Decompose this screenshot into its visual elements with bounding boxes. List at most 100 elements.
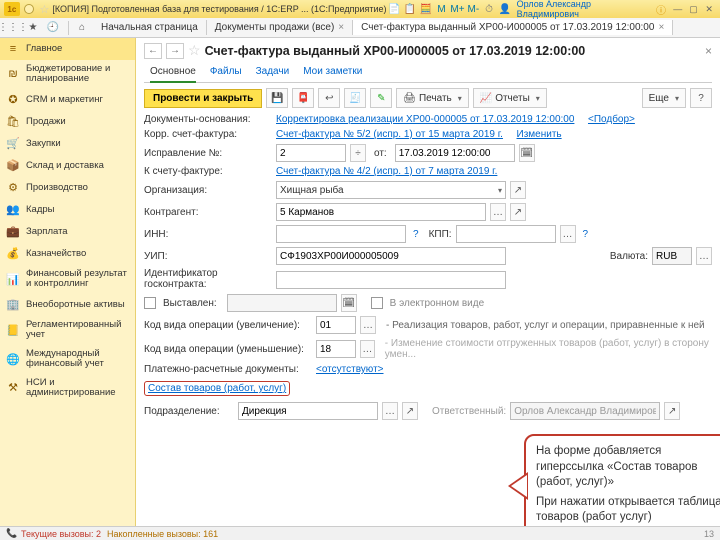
label: Исправление №:	[144, 148, 272, 159]
toolbar-icon[interactable]: 📄	[388, 2, 402, 16]
fix-number-input[interactable]	[276, 144, 346, 162]
structure-icon[interactable]: 🧾	[344, 88, 366, 108]
pick-link[interactable]: <Подбор>	[588, 114, 635, 125]
close-icon[interactable]: ×	[338, 22, 344, 33]
reports-button[interactable]: 📈Отчеты	[473, 88, 547, 108]
inn-input[interactable]	[276, 225, 406, 243]
kschet-link[interactable]: Счет-фактура № 4/2 (испр. 1) от 7 марта …	[276, 166, 497, 177]
crm-icon: ✪	[6, 93, 20, 107]
close-icon[interactable]: ×	[658, 22, 664, 33]
select-icon[interactable]: …	[490, 203, 506, 221]
sidebar-item[interactable]: 📒Регламентированный учет	[0, 316, 135, 345]
more-button[interactable]: Еще	[642, 88, 686, 108]
goscontract-input[interactable]	[276, 271, 506, 289]
select-icon[interactable]: …	[360, 316, 376, 334]
toolbar-icon[interactable]: 🧮	[419, 2, 433, 16]
goods-composition-link[interactable]: Состав товаров (работ, услуг)	[144, 381, 290, 396]
sidebar-item[interactable]: 👥Кадры	[0, 199, 135, 221]
select-icon[interactable]: …	[560, 225, 576, 243]
basis-link[interactable]: Корректировка реализации ХР00-000005 от …	[276, 114, 574, 125]
sidebar-item[interactable]: 🏢Внеоборотные активы	[0, 294, 135, 316]
open-icon[interactable]: ↗	[510, 203, 526, 221]
toolbar-icon[interactable]: 📋	[403, 2, 417, 16]
help-icon[interactable]: ?	[583, 229, 589, 240]
tab-home[interactable]: Начальная страница	[93, 20, 207, 35]
save-icon[interactable]: 💾	[266, 88, 288, 108]
maximize-button[interactable]: ▢	[687, 2, 701, 16]
sidebar-item[interactable]: ≡Главное	[0, 38, 135, 60]
tab-invoice[interactable]: Счет-фактура выданный ХР00-И000005 от 17…	[353, 20, 673, 35]
subnav-main[interactable]: Основное	[150, 62, 196, 83]
toolbar-icon[interactable]: M-	[466, 2, 480, 16]
sidebar-item[interactable]: 🛒Закупки	[0, 133, 135, 155]
opcode-dec-input[interactable]	[316, 340, 356, 358]
sidebar-item[interactable]: 🛍Продажи	[0, 111, 135, 133]
close-button[interactable]: ×	[705, 44, 712, 58]
subnav-tasks[interactable]: Задачи	[256, 62, 290, 82]
uip-input[interactable]	[276, 247, 506, 265]
info-icon[interactable]: ⓘ	[654, 2, 668, 16]
star-icon[interactable]: ★	[24, 20, 42, 36]
sales-icon: 🛍	[6, 115, 20, 129]
page-title: Счет-фактура выданный ХР00-И000005 от 17…	[205, 44, 586, 58]
sidebar-item[interactable]: ⚒НСИ и администрирование	[0, 374, 135, 403]
posted-checkbox[interactable]	[144, 297, 156, 309]
toolbar-icon[interactable]: ⏱	[482, 2, 496, 16]
status-bar: 📞 Текущие вызовы: 2 Накопленные вызовы: …	[0, 526, 720, 540]
stepper-icon[interactable]: ÷	[350, 144, 366, 162]
calendar-icon[interactable]: 🗓	[341, 294, 357, 312]
payment-docs-link[interactable]: <отсутствуют>	[316, 364, 384, 375]
kontr-input[interactable]	[276, 203, 486, 221]
change-link[interactable]: Изменить	[517, 129, 562, 140]
user-name[interactable]: Орлов Александр Владимирович	[517, 0, 653, 19]
sidebar-item[interactable]: 📦Склад и доставка	[0, 155, 135, 177]
budget-icon: ₪	[6, 67, 20, 81]
select-icon[interactable]: …	[382, 402, 398, 420]
open-icon[interactable]: ↗	[664, 402, 680, 420]
select-icon[interactable]: …	[696, 247, 712, 265]
help-icon[interactable]: ?	[413, 229, 419, 240]
tab-docs[interactable]: Документы продажи (все)×	[207, 20, 353, 35]
label: Идентификатор госконтракта:	[144, 269, 272, 290]
sidebar-item[interactable]: ⚙Производство	[0, 177, 135, 199]
sidebar-item[interactable]: ₪Бюджетирование и планирование	[0, 60, 135, 89]
minimize-button[interactable]: —	[671, 2, 685, 16]
titlebar-dropdown-icon[interactable]	[24, 4, 34, 14]
electronic-checkbox[interactable]	[371, 297, 383, 309]
create-based-icon[interactable]: ✎	[370, 88, 392, 108]
subnav-notes[interactable]: Мои заметки	[303, 62, 362, 82]
cancel-post-icon[interactable]: ↩	[318, 88, 340, 108]
history-icon[interactable]: 🕘	[44, 20, 62, 36]
sidebar-label: Регламентированный учет	[26, 320, 129, 341]
print-button[interactable]: 🖨Печать	[396, 88, 468, 108]
close-button[interactable]: ✕	[702, 2, 716, 16]
favorite-star-icon[interactable]: ☆	[40, 3, 50, 16]
nav-fwd-button[interactable]: →	[166, 43, 184, 59]
menu-icon[interactable]: ⋮⋮⋮	[4, 20, 22, 36]
opcode-inc-input[interactable]	[316, 316, 356, 334]
favorite-star-icon[interactable]: ☆	[188, 42, 201, 59]
home-icon[interactable]: ⌂	[73, 20, 91, 36]
sidebar-item[interactable]: 🌐Международный финансовый учет	[0, 345, 135, 374]
sidebar-item[interactable]: 📊Финансовый результат и контроллинг	[0, 265, 135, 294]
select-icon[interactable]: …	[360, 340, 375, 358]
open-icon[interactable]: ↗	[402, 402, 418, 420]
toolbar-icon[interactable]: M	[435, 2, 449, 16]
nav-back-button[interactable]: ←	[144, 43, 162, 59]
sidebar-item[interactable]: 💼Зарплата	[0, 221, 135, 243]
kpp-input[interactable]	[456, 225, 556, 243]
corr-link[interactable]: Счет-фактура № 5/2 (испр. 1) от 15 марта…	[276, 129, 503, 140]
post-and-close-button[interactable]: Провести и закрыть	[144, 89, 262, 108]
date-input[interactable]	[395, 144, 515, 162]
toolbar-icon[interactable]: M+	[450, 2, 464, 16]
subnav-files[interactable]: Файлы	[210, 62, 242, 82]
division-input[interactable]	[238, 402, 378, 420]
sidebar-item[interactable]: 💰Казначейство	[0, 243, 135, 265]
label: Выставлен:	[163, 298, 217, 309]
org-select[interactable]: Хищная рыба	[276, 181, 506, 199]
help-icon[interactable]: ?	[690, 88, 712, 108]
calendar-icon[interactable]: 🗓	[519, 144, 535, 162]
sidebar-item[interactable]: ✪CRM и маркетинг	[0, 89, 135, 111]
post-icon[interactable]: 📮	[292, 88, 314, 108]
open-icon[interactable]: ↗	[510, 181, 526, 199]
